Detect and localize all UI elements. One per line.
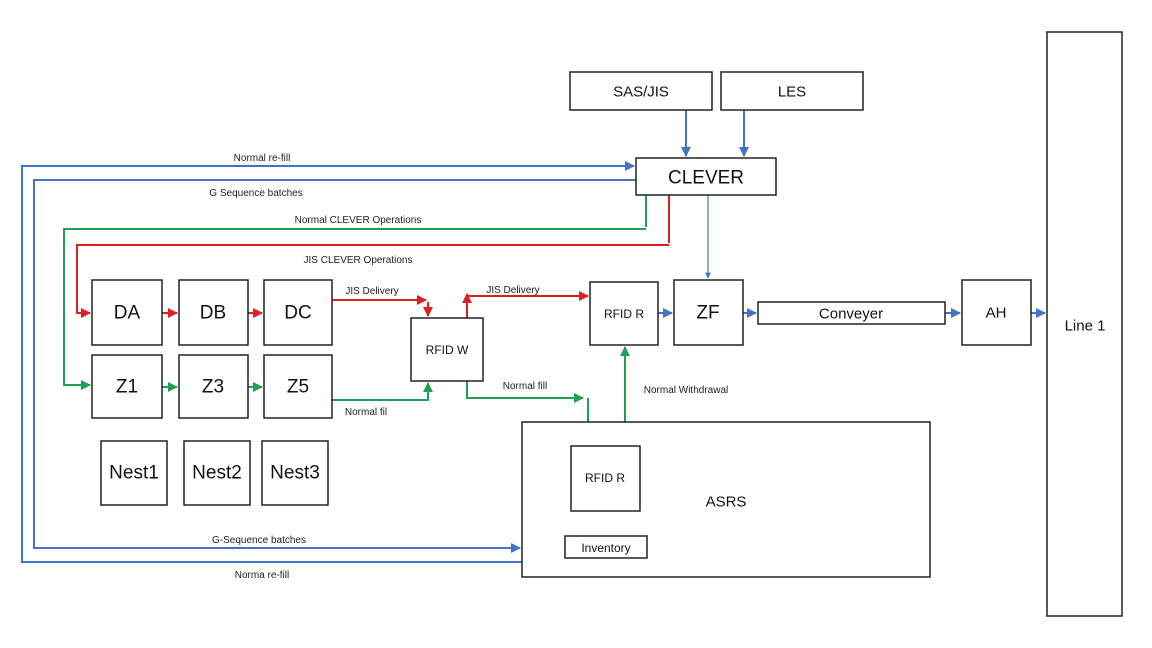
node-zf: ZF	[673, 279, 744, 346]
node-line1: Line 1	[1046, 31, 1123, 617]
svg-text:Conveyer: Conveyer	[819, 306, 883, 323]
node-z5: Z5	[263, 354, 333, 419]
node-nest1: Nest1	[100, 440, 168, 506]
label-jis-delivery-2: JIS Delivery	[486, 285, 539, 296]
label-jis-delivery-1: JIS Delivery	[345, 286, 398, 297]
svg-text:Z3: Z3	[202, 377, 224, 398]
node-ah: AH	[961, 279, 1032, 346]
node-rfid-r-inner: RFID R	[570, 445, 641, 512]
node-sas-jis: SAS/JIS	[569, 71, 713, 111]
svg-text:Nest3: Nest3	[270, 463, 320, 484]
svg-text:LES: LES	[778, 84, 806, 101]
label-g-sequence-bottom: G-Sequence batches	[212, 535, 306, 546]
svg-text:Nest1: Nest1	[109, 463, 159, 484]
label-normal-refill-bottom: Norma re-fill	[235, 570, 289, 581]
node-rfid-w: RFID W	[410, 317, 484, 382]
svg-text:CLEVER: CLEVER	[668, 168, 744, 189]
svg-text:AH: AH	[986, 305, 1007, 322]
label-jis-clever-ops: JIS CLEVER Operations	[304, 255, 413, 266]
node-les: LES	[720, 71, 864, 111]
node-db: DB	[178, 279, 249, 346]
svg-text:Inventory: Inventory	[581, 541, 630, 555]
z5-to-rfidw	[332, 382, 433, 401]
node-dc: DC	[263, 279, 333, 346]
node-z3: Z3	[178, 354, 249, 419]
label-g-sequence-top: G Sequence batches	[209, 188, 302, 199]
svg-text:DB: DB	[200, 303, 226, 324]
svg-text:Z1: Z1	[116, 377, 138, 398]
svg-text:Nest2: Nest2	[192, 463, 242, 484]
node-inventory: Inventory	[564, 535, 648, 559]
node-clever: CLEVER	[635, 157, 777, 196]
node-nest3: Nest3	[261, 440, 329, 506]
svg-text:SAS/JIS: SAS/JIS	[613, 84, 669, 101]
svg-text:Line 1: Line 1	[1065, 318, 1106, 335]
node-rfid-r: RFID R	[589, 281, 659, 346]
svg-text:DA: DA	[114, 303, 141, 324]
process-flow-diagram: SAS/JIS LES CLEVER Line 1 DA DB DC Z1 Z3…	[21, 31, 1123, 617]
label-normal-clever-ops: Normal CLEVER Operations	[295, 215, 422, 226]
label-normal-fill-2: Normal fil	[345, 407, 387, 418]
svg-text:ZF: ZF	[696, 303, 719, 324]
rfidw-jis-delivery	[466, 291, 589, 318]
svg-text:RFID R: RFID R	[585, 471, 625, 485]
svg-text:RFID W: RFID W	[426, 343, 469, 357]
svg-text:RFID R: RFID R	[604, 307, 644, 321]
svg-text:Z5: Z5	[287, 377, 309, 398]
label-normal-withdrawal: Normal Withdrawal	[644, 385, 728, 396]
node-da: DA	[91, 279, 163, 346]
label-normal-fill-1: Normal fill	[503, 381, 547, 392]
node-nest2: Nest2	[183, 440, 251, 506]
label-normal-refill-top: Normal re-fill	[234, 153, 291, 164]
node-conveyer: Conveyer	[757, 301, 946, 325]
svg-text:DC: DC	[284, 303, 311, 324]
svg-text:ASRS: ASRS	[706, 494, 747, 511]
node-z1: Z1	[91, 354, 163, 419]
